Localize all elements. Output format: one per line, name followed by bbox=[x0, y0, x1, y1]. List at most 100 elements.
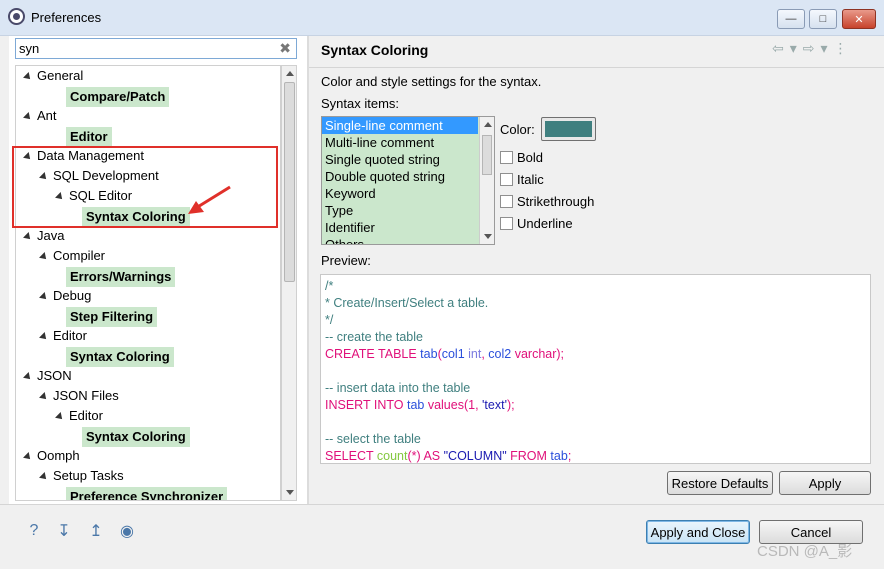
syntax-items-list[interactable]: Single-line comment Multi-line comment Sin… bbox=[321, 116, 495, 245]
expand-triangle-icon[interactable] bbox=[23, 72, 33, 82]
preview-token: varchar bbox=[514, 347, 557, 361]
scroll-up-arrow-icon[interactable] bbox=[286, 71, 294, 76]
title-bar: Preferences — □ ✕ bbox=[0, 0, 884, 36]
italic-checkbox[interactable]: Italic bbox=[500, 171, 544, 187]
preview-token: CREATE TABLE bbox=[325, 347, 421, 361]
syntax-item[interactable]: Keyword bbox=[322, 185, 494, 202]
syntax-scroll-thumb[interactable] bbox=[482, 135, 492, 175]
expand-triangle-icon[interactable] bbox=[39, 252, 49, 262]
preview-token: SELECT bbox=[325, 449, 377, 463]
page-description: Color and style settings for the syntax. bbox=[321, 74, 542, 89]
preview-token: tab bbox=[550, 449, 568, 463]
apply-button[interactable]: Apply bbox=[779, 471, 871, 495]
checkbox-label: Strikethrough bbox=[517, 193, 595, 209]
help-icon[interactable]: ? bbox=[24, 521, 44, 541]
back-arrow-icon[interactable]: ⇦ bbox=[772, 40, 784, 56]
expand-triangle-icon[interactable] bbox=[39, 472, 49, 482]
bold-checkbox[interactable]: Bold bbox=[500, 149, 543, 165]
export-icon[interactable]: ↥ bbox=[86, 521, 106, 541]
syntax-item[interactable]: Others bbox=[322, 236, 494, 244]
annotation-arrow-icon bbox=[188, 185, 231, 214]
preview-token: FROM bbox=[510, 449, 551, 463]
expand-triangle-icon[interactable] bbox=[23, 232, 33, 242]
tree-node-label: Syntax Coloring bbox=[82, 427, 190, 447]
syntax-list-scrollbar[interactable] bbox=[479, 117, 494, 244]
minimize-button[interactable]: — bbox=[777, 9, 805, 29]
checkbox-label: Italic bbox=[517, 171, 544, 187]
filter-field-container: ✖ bbox=[15, 38, 297, 59]
preview-line: * Create/Insert/Select a table. bbox=[325, 295, 866, 312]
preview-token: "COLUMN" bbox=[443, 449, 511, 463]
underline-checkbox[interactable]: Underline bbox=[500, 215, 573, 231]
preview-line bbox=[325, 414, 866, 431]
csdn-watermark: CSDN @A_影 bbox=[757, 543, 853, 560]
expand-triangle-icon[interactable] bbox=[39, 332, 49, 342]
checkbox-box[interactable] bbox=[500, 194, 513, 208]
preview-line bbox=[325, 363, 866, 380]
checkbox-box[interactable] bbox=[500, 150, 513, 164]
expand-triangle-icon[interactable] bbox=[23, 452, 33, 462]
tree-node-label: Step Filtering bbox=[66, 307, 158, 327]
tree-node-label: Setup Tasks bbox=[53, 468, 124, 483]
tree-node-label: Compiler bbox=[53, 248, 106, 263]
syntax-item[interactable]: Type bbox=[322, 202, 494, 219]
preview-token: (1, bbox=[463, 398, 483, 412]
color-swatch bbox=[545, 121, 592, 137]
syntax-scroll-up-icon[interactable] bbox=[484, 122, 492, 127]
scroll-down-arrow-icon[interactable] bbox=[286, 490, 294, 495]
annotation-red-box bbox=[12, 146, 278, 228]
restore-defaults-button[interactable]: Restore Defaults bbox=[667, 471, 773, 495]
syntax-item[interactable]: Multi-line comment bbox=[322, 134, 494, 151]
import-icon[interactable]: ↧ bbox=[54, 521, 74, 541]
preview-line: */ bbox=[325, 312, 866, 329]
maximize-button[interactable]: □ bbox=[809, 9, 837, 29]
syntax-items-label: Syntax items: bbox=[321, 96, 400, 111]
apply-and-close-button[interactable]: Apply and Close bbox=[646, 520, 750, 544]
syntax-item[interactable]: Identifier bbox=[322, 219, 494, 236]
page-navigation: ⇦ ▾ ⇨ ▾ ⋮ bbox=[772, 40, 854, 57]
preview-label: Preview: bbox=[321, 253, 371, 268]
preview-token: -- insert data into the table bbox=[325, 381, 471, 395]
filter-input[interactable] bbox=[16, 39, 266, 58]
syntax-item[interactable]: Single quoted string bbox=[322, 151, 494, 168]
syntax-item[interactable]: Single-line comment bbox=[322, 117, 478, 134]
tree-scroll-thumb[interactable] bbox=[284, 82, 295, 282]
tree-node-label: Java bbox=[37, 228, 65, 243]
expand-triangle-icon[interactable] bbox=[39, 392, 49, 402]
preview-token: -- create the table bbox=[325, 330, 423, 344]
tree-node-label: Oomph bbox=[37, 448, 80, 463]
preview-token: ; bbox=[567, 449, 572, 463]
preview-token: ); bbox=[506, 398, 515, 412]
preview-line: INSERT INTO tab values(1, 'text'); bbox=[325, 397, 866, 414]
back-menu-icon[interactable]: ▾ bbox=[790, 40, 797, 56]
preview-line: -- create the table bbox=[325, 329, 866, 346]
preview-token: tab bbox=[406, 398, 428, 412]
tree-node-label: JSON bbox=[37, 368, 72, 383]
forward-arrow-icon[interactable]: ⇨ bbox=[803, 40, 815, 56]
color-label: Color: bbox=[500, 122, 535, 137]
color-picker-button[interactable] bbox=[541, 117, 596, 141]
syntax-scroll-down-icon[interactable] bbox=[484, 234, 492, 239]
checkbox-box[interactable] bbox=[500, 172, 513, 186]
preview-line: SELECT count(*) AS "COLUMN" FROM tab; bbox=[325, 448, 866, 463]
expand-triangle-icon[interactable] bbox=[23, 372, 33, 382]
close-button[interactable]: ✕ bbox=[842, 9, 876, 29]
syntax-item[interactable]: Double quoted string bbox=[322, 168, 494, 185]
preview-token: * Create/Insert/Select a table. bbox=[325, 296, 489, 310]
preview-line: -- select the table bbox=[325, 431, 866, 448]
preference-tree: General Compare/Patch Ant Editor Data Manage… bbox=[15, 65, 281, 501]
expand-triangle-icon[interactable] bbox=[39, 292, 49, 302]
tree-scrollbar[interactable] bbox=[281, 65, 297, 501]
preview-token: values bbox=[427, 398, 464, 412]
tree-node-label: Syntax Coloring bbox=[66, 347, 174, 367]
strikethrough-checkbox[interactable]: Strikethrough bbox=[500, 193, 594, 209]
oomph-record-icon[interactable]: ◉ bbox=[117, 521, 137, 541]
expand-triangle-icon[interactable] bbox=[55, 412, 65, 422]
tree-node-label: Errors/Warnings bbox=[66, 267, 176, 287]
forward-menu-icon[interactable]: ▾ bbox=[821, 40, 828, 56]
clear-filter-icon[interactable]: ✖ bbox=[279, 40, 291, 57]
expand-triangle-icon[interactable] bbox=[23, 112, 33, 122]
preview-token: count bbox=[376, 449, 408, 463]
view-menu-icon[interactable]: ⋮ bbox=[834, 40, 848, 56]
checkbox-box[interactable] bbox=[500, 216, 513, 230]
